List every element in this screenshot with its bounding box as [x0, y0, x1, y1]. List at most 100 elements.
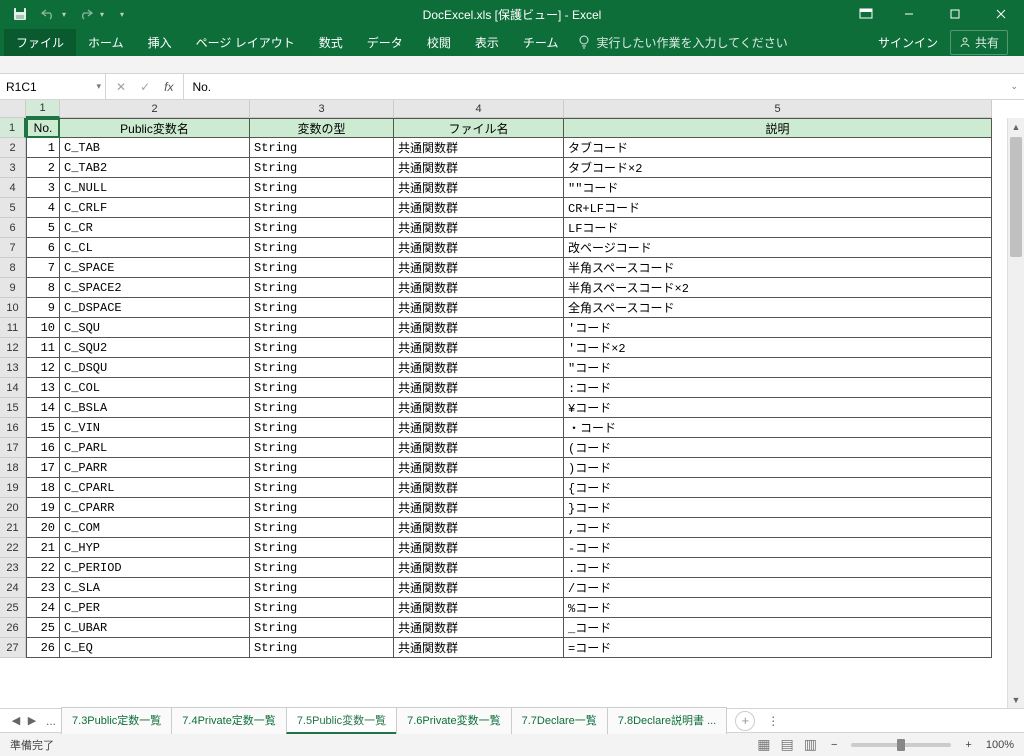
cell[interactable]: 共通関数群: [394, 358, 564, 378]
tab-team[interactable]: チーム: [511, 29, 571, 56]
cell[interactable]: ・コード: [564, 418, 992, 438]
cell[interactable]: 共通関数群: [394, 638, 564, 658]
table-row[interactable]: 19C_CPARRString共通関数群}コード: [26, 498, 1024, 518]
cell[interactable]: C_DSPACE: [60, 298, 250, 318]
table-row[interactable]: 8C_SPACE2String共通関数群半角スペースコード×2: [26, 278, 1024, 298]
cell[interactable]: 共通関数群: [394, 538, 564, 558]
undo-dropdown-icon[interactable]: ▾: [62, 10, 66, 19]
cell[interactable]: String: [250, 178, 394, 198]
vertical-scrollbar[interactable]: ▲ ▼: [1007, 118, 1024, 708]
cell[interactable]: C_TAB: [60, 138, 250, 158]
tab-home[interactable]: ホーム: [76, 29, 136, 56]
cell[interactable]: String: [250, 618, 394, 638]
row-header[interactable]: 19: [0, 478, 26, 498]
row-header[interactable]: 23: [0, 558, 26, 578]
cell[interactable]: 共通関数群: [394, 498, 564, 518]
cell[interactable]: String: [250, 578, 394, 598]
cell[interactable]: 共通関数群: [394, 178, 564, 198]
cell[interactable]: ,コード: [564, 518, 992, 538]
cell[interactable]: String: [250, 238, 394, 258]
cell[interactable]: String: [250, 418, 394, 438]
cell[interactable]: 10: [26, 318, 60, 338]
cell[interactable]: 4: [26, 198, 60, 218]
cell[interactable]: ¥コード: [564, 398, 992, 418]
tab-view[interactable]: 表示: [463, 29, 511, 56]
cell[interactable]: C_BSLA: [60, 398, 250, 418]
cell[interactable]: 12: [26, 358, 60, 378]
sheet-tab[interactable]: 7.4Private定数一覧: [171, 707, 287, 734]
cell[interactable]: 20: [26, 518, 60, 538]
cell[interactable]: 1: [26, 138, 60, 158]
cell[interactable]: 共通関数群: [394, 598, 564, 618]
row-header[interactable]: 18: [0, 458, 26, 478]
name-box-dropdown-icon[interactable]: ▾: [96, 81, 101, 92]
cell[interactable]: String: [250, 278, 394, 298]
cell[interactable]: 全角スペースコード: [564, 298, 992, 318]
cell[interactable]: _コード: [564, 618, 992, 638]
table-row[interactable]: 5C_CRString共通関数群LFコード: [26, 218, 1024, 238]
cell[interactable]: 5: [26, 218, 60, 238]
cell[interactable]: String: [250, 598, 394, 618]
cell[interactable]: String: [250, 498, 394, 518]
enter-icon[interactable]: ✓: [140, 80, 150, 94]
row-header[interactable]: 27: [0, 638, 26, 658]
cell[interactable]: 半角スペースコード×2: [564, 278, 992, 298]
cell[interactable]: 半角スペースコード: [564, 258, 992, 278]
cell[interactable]: C_CL: [60, 238, 250, 258]
row-header[interactable]: 8: [0, 258, 26, 278]
cell[interactable]: String: [250, 318, 394, 338]
table-row[interactable]: 11C_SQU2String共通関数群'コード×2: [26, 338, 1024, 358]
cell[interactable]: C_COM: [60, 518, 250, 538]
cell[interactable]: タブコード: [564, 138, 992, 158]
cell[interactable]: 共通関数群: [394, 258, 564, 278]
table-row[interactable]: 9C_DSPACEString共通関数群全角スペースコード: [26, 298, 1024, 318]
cell[interactable]: 共通関数群: [394, 558, 564, 578]
row-header[interactable]: 1: [0, 118, 26, 138]
table-header-cell[interactable]: 変数の型: [250, 118, 394, 138]
formula-expand-icon[interactable]: ⌄: [1010, 81, 1018, 92]
table-row[interactable]: 1C_TABString共通関数群タブコード: [26, 138, 1024, 158]
row-header[interactable]: 17: [0, 438, 26, 458]
cell[interactable]: String: [250, 218, 394, 238]
cell[interactable]: )コード: [564, 458, 992, 478]
cell[interactable]: C_CPARR: [60, 498, 250, 518]
table-row[interactable]: 14C_BSLAString共通関数群¥コード: [26, 398, 1024, 418]
cell[interactable]: 6: [26, 238, 60, 258]
tab-formulas[interactable]: 数式: [307, 29, 355, 56]
cell[interactable]: String: [250, 458, 394, 478]
cell[interactable]: String: [250, 358, 394, 378]
cell[interactable]: 8: [26, 278, 60, 298]
table-row[interactable]: 23C_SLAString共通関数群/コード: [26, 578, 1024, 598]
cell[interactable]: %コード: [564, 598, 992, 618]
cell[interactable]: 21: [26, 538, 60, 558]
table-row[interactable]: 20C_COMString共通関数群,コード: [26, 518, 1024, 538]
cell[interactable]: 共通関数群: [394, 278, 564, 298]
table-row[interactable]: 17C_PARRString共通関数群)コード: [26, 458, 1024, 478]
cell[interactable]: 共通関数群: [394, 398, 564, 418]
cell[interactable]: 9: [26, 298, 60, 318]
row-header[interactable]: 5: [0, 198, 26, 218]
cell[interactable]: =コード: [564, 638, 992, 658]
row-header[interactable]: 2: [0, 138, 26, 158]
cell[interactable]: 共通関数群: [394, 478, 564, 498]
tab-page-layout[interactable]: ページ レイアウト: [184, 29, 307, 56]
cell[interactable]: 共通関数群: [394, 198, 564, 218]
sheet-overflow-left[interactable]: ...: [40, 714, 62, 728]
column-header[interactable]: 5: [564, 100, 992, 118]
cell[interactable]: C_VIN: [60, 418, 250, 438]
cell[interactable]: C_HYP: [60, 538, 250, 558]
table-header-cell[interactable]: No.: [26, 118, 60, 138]
cell[interactable]: {コード: [564, 478, 992, 498]
cell[interactable]: 'コード: [564, 318, 992, 338]
cell[interactable]: C_SPACE: [60, 258, 250, 278]
cell[interactable]: 24: [26, 598, 60, 618]
row-header[interactable]: 11: [0, 318, 26, 338]
add-sheet-button[interactable]: +: [735, 711, 755, 731]
cell[interactable]: タブコード×2: [564, 158, 992, 178]
table-header-cell[interactable]: Public変数名: [60, 118, 250, 138]
cell[interactable]: 共通関数群: [394, 238, 564, 258]
row-header[interactable]: 9: [0, 278, 26, 298]
cell[interactable]: 18: [26, 478, 60, 498]
cell[interactable]: String: [250, 298, 394, 318]
signin-link[interactable]: サインイン: [878, 34, 938, 51]
